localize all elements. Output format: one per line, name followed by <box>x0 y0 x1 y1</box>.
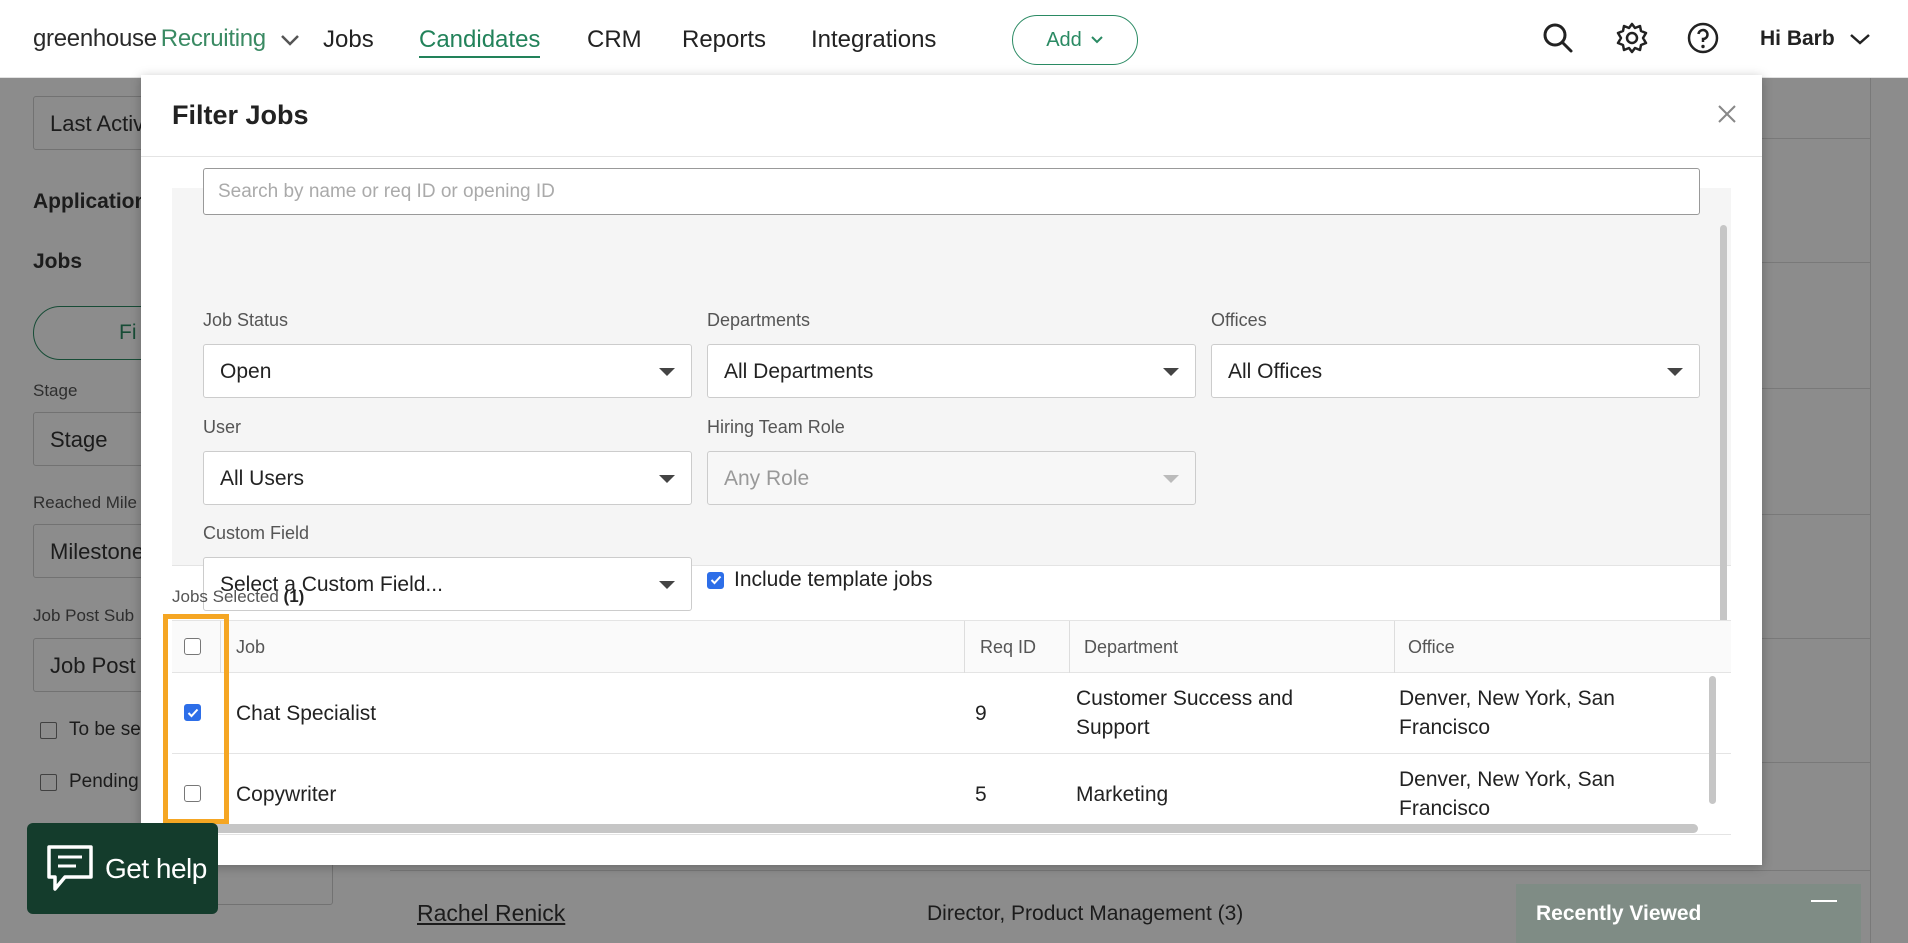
add-button-label: Add <box>1046 28 1082 51</box>
department: Customer Success and Support <box>1076 684 1293 742</box>
nav-reports[interactable]: Reports <box>682 26 766 54</box>
get-help-button[interactable]: Get help <box>27 823 218 914</box>
table-row[interactable]: Chat Specialist 9 Customer Success and Su… <box>172 673 1731 754</box>
offices-label: Offices <box>1211 310 1267 330</box>
column-office[interactable]: Office <box>1408 637 1455 658</box>
nav-candidates[interactable]: Candidates <box>419 26 541 58</box>
nav-integrations[interactable]: Integrations <box>811 26 936 54</box>
hiring-role-select: Any Role <box>707 451 1196 505</box>
department-line: Support <box>1076 716 1150 739</box>
table-header: Job Req ID Department Office <box>172 620 1731 674</box>
office-line: Denver, New York, San <box>1399 687 1615 710</box>
department-line: Marketing <box>1076 783 1169 806</box>
job-name: Copywriter <box>236 783 337 806</box>
hiring-role-value: Any Role <box>724 467 810 490</box>
greenhouse-logo[interactable]: greenhouse Recruiting <box>33 25 300 53</box>
office-line: Francisco <box>1399 797 1491 820</box>
search-icon[interactable] <box>1542 22 1574 54</box>
modal-scrollbar[interactable] <box>1720 225 1727 625</box>
office: Denver, New York, San Francisco <box>1399 684 1615 742</box>
job-status-label: Job Status <box>203 310 289 330</box>
chevron-down-icon <box>1849 34 1870 46</box>
req-id: 9 <box>975 702 987 725</box>
department: Marketing <box>1076 780 1168 809</box>
filter-panel: Search by name or req ID or opening ID J… <box>172 168 1731 611</box>
divider <box>1069 621 1070 674</box>
logo-main-text: greenhouse <box>33 25 157 52</box>
offices-select[interactable]: All Offices <box>1211 344 1700 398</box>
caret-down-icon <box>659 581 675 589</box>
user-value: All Users <box>220 467 305 490</box>
caret-down-icon <box>1163 475 1179 483</box>
gear-icon[interactable] <box>1616 22 1648 54</box>
add-button[interactable]: Add <box>1012 15 1138 65</box>
jobs-selected-label: Jobs Selected <box>172 587 279 606</box>
caret-down-icon <box>1163 368 1179 376</box>
job-name: Chat Specialist <box>236 702 377 725</box>
caret-down-icon <box>659 368 675 376</box>
departments-value: All Departments <box>724 360 874 383</box>
checkbox-column-highlight <box>163 614 229 824</box>
table-horizontal-scrollbar[interactable] <box>182 824 1698 833</box>
chat-icon <box>47 844 93 891</box>
close-icon[interactable] <box>1714 101 1740 127</box>
jobs-selected-summary: Jobs Selected (1) <box>172 587 304 607</box>
checkbox-checked[interactable] <box>707 571 724 589</box>
include-template-label: Include template jobs <box>734 568 933 591</box>
job-search-input[interactable]: Search by name or req ID or opening ID <box>203 168 1700 215</box>
req-id: 5 <box>975 783 987 806</box>
caret-down-icon <box>1667 368 1683 376</box>
recently-viewed-title: Recently Viewed <box>1536 902 1702 925</box>
user-select[interactable]: All Users <box>203 451 692 505</box>
custom-field-label: Custom Field <box>203 523 310 543</box>
department-line: Customer Success and <box>1076 687 1294 710</box>
chevron-down-icon <box>1091 36 1103 44</box>
search-placeholder: Search by name or req ID or opening ID <box>218 181 555 202</box>
caret-down-icon <box>659 475 675 483</box>
get-help-label: Get help <box>105 852 207 884</box>
office: Denver, New York, San Francisco <box>1399 765 1615 823</box>
column-department[interactable]: Department <box>1084 637 1178 658</box>
chevron-down-icon <box>281 34 300 46</box>
minimize-icon[interactable] <box>1811 900 1837 902</box>
column-job[interactable]: Job <box>236 637 265 658</box>
checkmark-icon <box>710 575 721 585</box>
user-greeting: Hi Barb <box>1760 27 1835 50</box>
departments-select[interactable]: All Departments <box>707 344 1196 398</box>
recently-viewed-panel[interactable]: Recently Viewed <box>1516 884 1861 943</box>
office-line: Denver, New York, San <box>1399 768 1615 791</box>
nav-crm[interactable]: CRM <box>587 26 642 54</box>
modal-title: Filter Jobs <box>172 100 309 130</box>
divider <box>1394 621 1395 674</box>
hiring-role-label: Hiring Team Role <box>707 417 845 437</box>
top-navigation: greenhouse Recruiting Jobs Candidates CRM… <box>0 0 1908 78</box>
jobs-selected-count: (1) <box>283 587 305 606</box>
help-icon[interactable] <box>1687 22 1719 54</box>
nav-jobs[interactable]: Jobs <box>323 26 374 54</box>
include-template-jobs-checkbox[interactable]: Include template jobs <box>707 568 932 592</box>
job-status-select[interactable]: Open <box>203 344 692 398</box>
table-row[interactable]: Copywriter 5 Marketing Denver, New York,… <box>172 754 1731 835</box>
column-req-id[interactable]: Req ID <box>980 637 1036 658</box>
office-line: Francisco <box>1399 716 1491 739</box>
job-status-value: Open <box>220 360 272 383</box>
user-menu[interactable]: Hi Barb <box>1760 27 1871 51</box>
filter-jobs-modal: Filter Jobs Search by name or req ID or … <box>141 75 1762 865</box>
logo-product-text: Recruiting <box>160 25 266 52</box>
user-label: User <box>203 417 242 437</box>
modal-header: Filter Jobs <box>141 75 1762 157</box>
departments-label: Departments <box>707 310 811 330</box>
table-scrollbar[interactable] <box>1709 676 1716 804</box>
divider <box>964 621 965 674</box>
offices-value: All Offices <box>1228 360 1323 383</box>
